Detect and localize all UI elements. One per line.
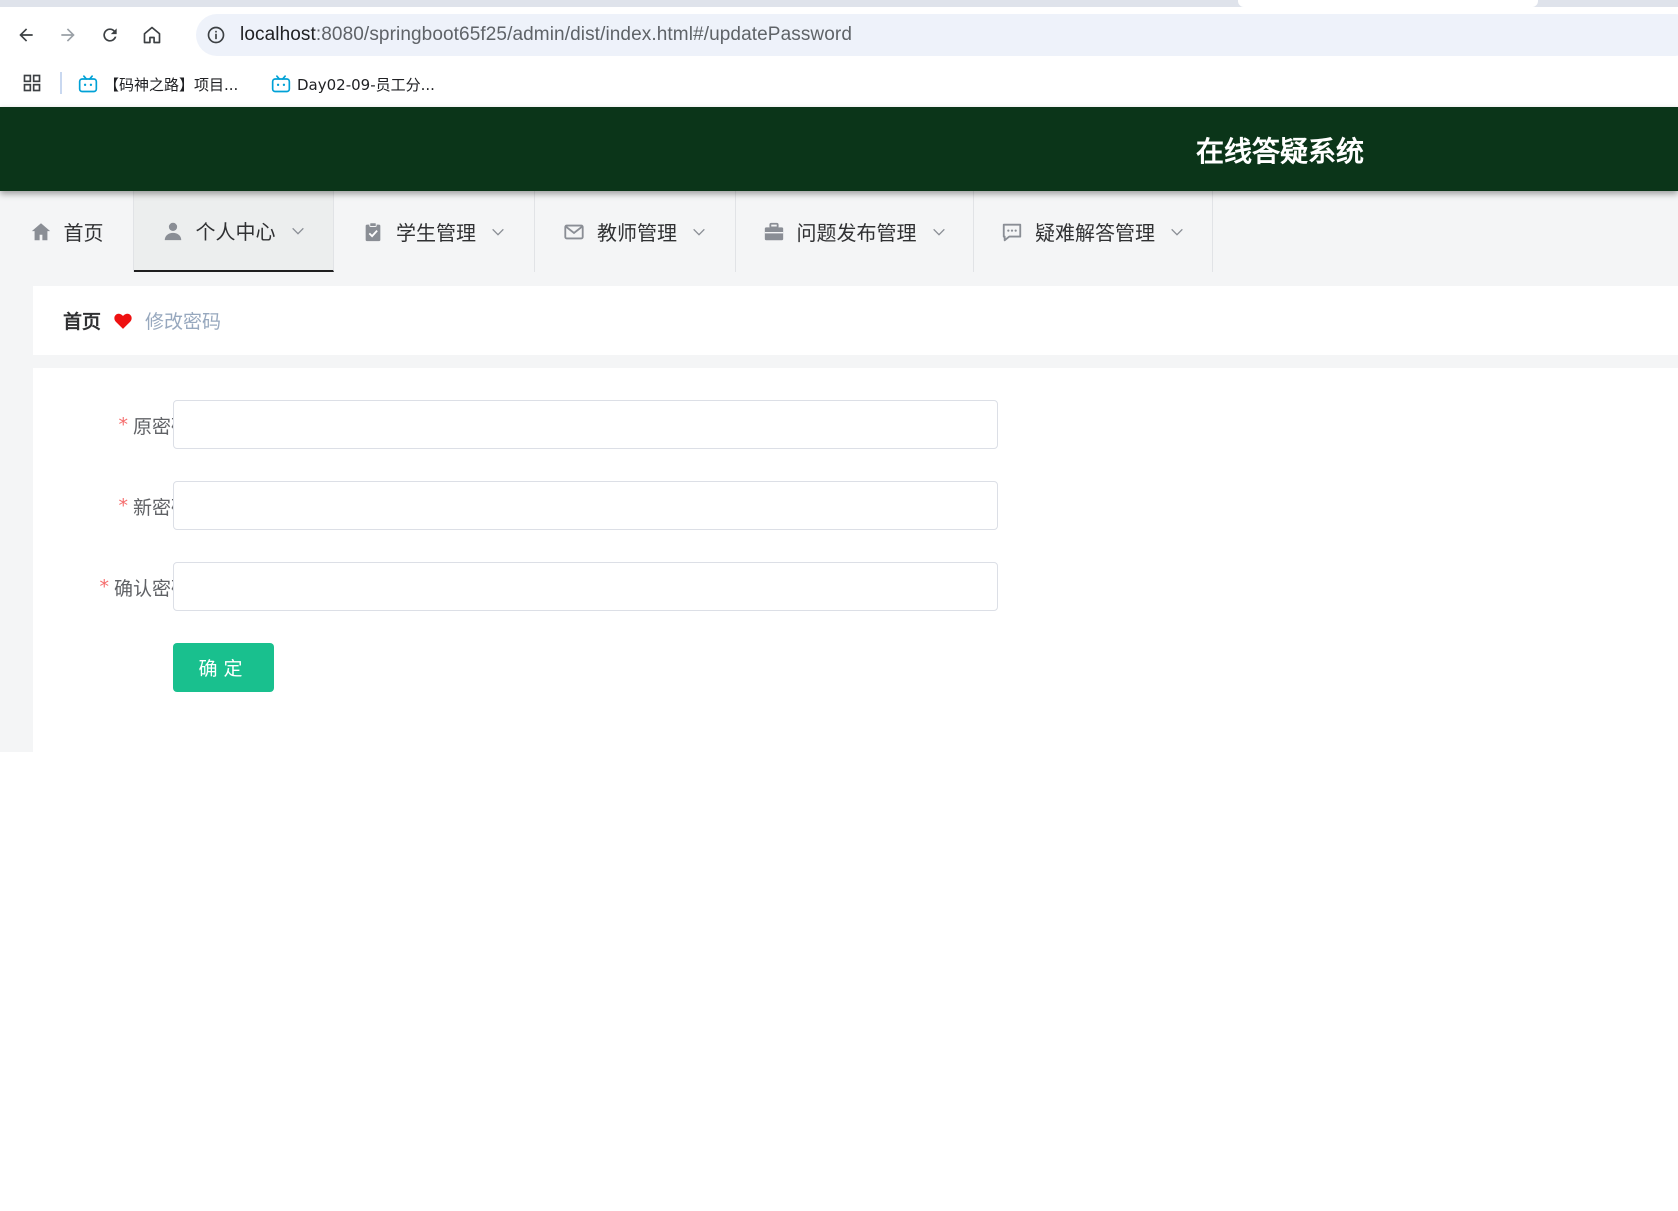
url-path: :8080/springboot65f25/admin/dist/index.h… bbox=[315, 24, 853, 45]
chevron-down-icon bbox=[693, 228, 705, 236]
arrow-right-icon bbox=[61, 28, 75, 42]
user-icon bbox=[164, 222, 181, 240]
breadcrumb-home[interactable]: 首页 bbox=[63, 307, 101, 334]
home-button[interactable] bbox=[135, 18, 169, 52]
update-password-form: * 原密码 * 新密码 * 确认密码 确定 bbox=[33, 368, 1678, 752]
breadcrumb-current: 修改密码 bbox=[145, 311, 222, 333]
form-row-old-password: * 原密码 bbox=[33, 400, 1033, 450]
browser-active-tab[interactable] bbox=[1238, 0, 1538, 7]
browser-toolbar: localhost:8080/springboot65f25/admin/dis… bbox=[0, 7, 1678, 64]
heart-icon bbox=[114, 313, 132, 329]
info-icon[interactable] bbox=[206, 25, 226, 45]
menu-item-label: 问题发布管理 bbox=[796, 221, 917, 245]
app-header: 在线答疑系统 bbox=[0, 107, 1678, 191]
required-mark: * bbox=[99, 576, 109, 598]
form-row-new-password: * 新密码 bbox=[33, 481, 1033, 531]
clipboard-check-icon bbox=[365, 221, 381, 241]
address-bar[interactable]: localhost:8080/springboot65f25/admin/dis… bbox=[196, 14, 1678, 56]
new-password-input[interactable] bbox=[173, 481, 998, 530]
menu-item-student-management[interactable]: 学生管理 bbox=[334, 191, 535, 272]
bookmark-item-1[interactable]: 【码神之路】项目... bbox=[78, 70, 238, 98]
forward-button[interactable] bbox=[51, 18, 85, 52]
mail-icon bbox=[564, 224, 584, 239]
chevron-down-icon bbox=[932, 228, 945, 236]
bilibili-icon bbox=[78, 75, 98, 93]
menu-item-question-publish-management[interactable]: 问题发布管理 bbox=[736, 191, 974, 272]
chevron-down-icon bbox=[1171, 228, 1183, 236]
bookmark-label: Day02-09-员工分... bbox=[297, 75, 435, 94]
home-outline-icon bbox=[143, 26, 161, 44]
home-icon bbox=[31, 222, 50, 240]
bookmark-label: 【码神之路】项目... bbox=[104, 75, 239, 94]
bookmark-item-2[interactable]: Day02-09-员工分... bbox=[271, 70, 435, 98]
bookmarks-separator bbox=[60, 72, 62, 94]
menu-item-label: 首页 bbox=[63, 221, 104, 245]
menu-item-home[interactable]: 首页 bbox=[0, 191, 134, 272]
menu-item-teacher-management[interactable]: 教师管理 bbox=[535, 191, 736, 272]
menu-item-personal-center[interactable]: 个人中心 bbox=[134, 191, 334, 272]
confirm-password-input[interactable] bbox=[173, 562, 998, 611]
menu-item-label: 个人中心 bbox=[195, 220, 276, 244]
form-row-confirm-password: * 确认密码 bbox=[33, 562, 1033, 612]
reload-button[interactable] bbox=[93, 18, 127, 52]
reload-icon bbox=[103, 28, 117, 42]
url-host: localhost bbox=[240, 24, 316, 45]
briefcase-icon bbox=[764, 222, 783, 240]
chevron-down-icon bbox=[492, 228, 504, 236]
required-mark: * bbox=[118, 495, 128, 517]
menu-item-label: 学生管理 bbox=[396, 221, 476, 245]
arrow-left-icon bbox=[19, 28, 33, 42]
chevron-down-icon bbox=[291, 227, 304, 235]
back-button[interactable] bbox=[9, 18, 43, 52]
apps-grid-icon[interactable] bbox=[22, 73, 42, 93]
required-mark: * bbox=[118, 414, 128, 436]
menu-item-label: 教师管理 bbox=[597, 221, 677, 245]
bookmarks-bar: 【码神之路】项目... Day02-09-员工分... bbox=[0, 64, 1678, 107]
top-menu-bar: 首页 个人中心 学生管理 教师管理 问题发布管理 疑难解答管理 bbox=[0, 191, 1678, 272]
breadcrumb: 首页 修改密码 bbox=[33, 286, 1678, 355]
browser-tab-strip bbox=[0, 0, 1678, 7]
old-password-input[interactable] bbox=[173, 400, 998, 449]
menu-item-answer-management[interactable]: 疑难解答管理 bbox=[974, 191, 1213, 272]
bilibili-icon bbox=[271, 75, 291, 93]
menu-item-label: 疑难解答管理 bbox=[1035, 221, 1155, 245]
app-title: 在线答疑系统 bbox=[1196, 135, 1365, 168]
submit-button[interactable]: 确定 bbox=[173, 643, 274, 692]
url-text[interactable]: localhost:8080/springboot65f25/admin/dis… bbox=[240, 24, 852, 46]
chat-icon bbox=[1002, 223, 1022, 241]
